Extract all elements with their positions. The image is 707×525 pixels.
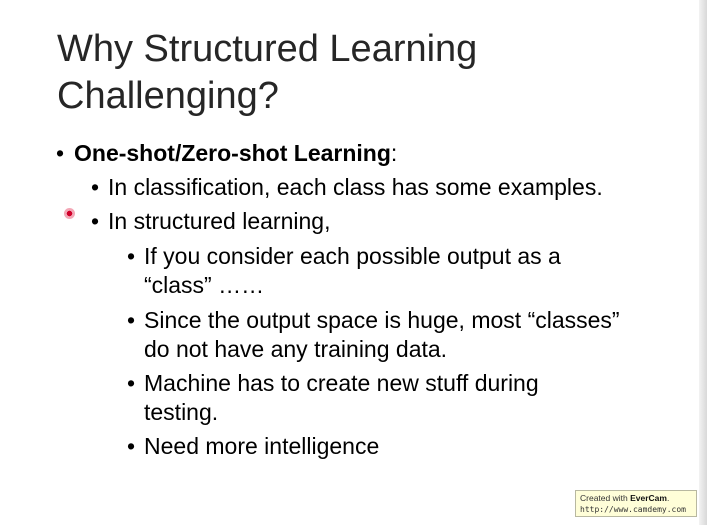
slide-title-line-2: Challenging? xyxy=(57,75,279,117)
watermark-line-1: Created with EverCam. xyxy=(580,493,692,504)
window-edge xyxy=(699,0,707,525)
sub-sub-bullet-2-line-1: Since the output space is huge, most “cl… xyxy=(144,307,620,333)
sub-bullet-structured: In structured learning, xyxy=(108,208,331,234)
sub-sub-bullet-2-line-2: do not have any training data. xyxy=(144,336,448,362)
slide-title-line-1: Why Structured Learning xyxy=(57,28,478,70)
bullet-dot: • xyxy=(56,140,65,166)
bullet-dot: • xyxy=(91,174,100,200)
slide-title: Why Structured Learning Challenging? xyxy=(57,26,657,120)
bullet-dot: • xyxy=(127,243,136,269)
main-bullet-suffix: : xyxy=(390,140,398,166)
sub-sub-bullet-3-line-1: Machine has to create new stuff during xyxy=(144,370,539,396)
sub-sub-bullet-1-line-1: If you consider each possible output as … xyxy=(144,243,561,269)
main-bullet: One-shot/Zero-shot Learning: xyxy=(74,139,397,168)
slide: Why Structured Learning Challenging? • O… xyxy=(0,0,707,525)
sub-sub-bullet-4: Need more intelligence xyxy=(144,433,380,459)
laser-pointer-icon xyxy=(64,208,75,219)
evercam-watermark: Created with EverCam. http://www.camdemy… xyxy=(575,490,697,517)
sub-bullet-classification: In classification, each class has some e… xyxy=(108,174,603,200)
bullet-dot: • xyxy=(127,370,136,396)
bullet-dot: • xyxy=(127,433,136,459)
sub-sub-bullet-3-line-2: testing. xyxy=(144,399,219,425)
sub-sub-bullet-1-line-2: “class” …… xyxy=(144,272,265,298)
watermark-url: http://www.camdemy.com xyxy=(580,505,686,514)
watermark-brand: EverCam xyxy=(630,493,667,503)
bullet-dot: • xyxy=(127,307,136,333)
watermark-prefix: Created with xyxy=(580,493,631,503)
bullet-dot: • xyxy=(91,208,100,234)
watermark-suffix: . xyxy=(666,493,670,503)
main-bullet-label: One-shot/Zero-shot Learning xyxy=(74,140,391,166)
